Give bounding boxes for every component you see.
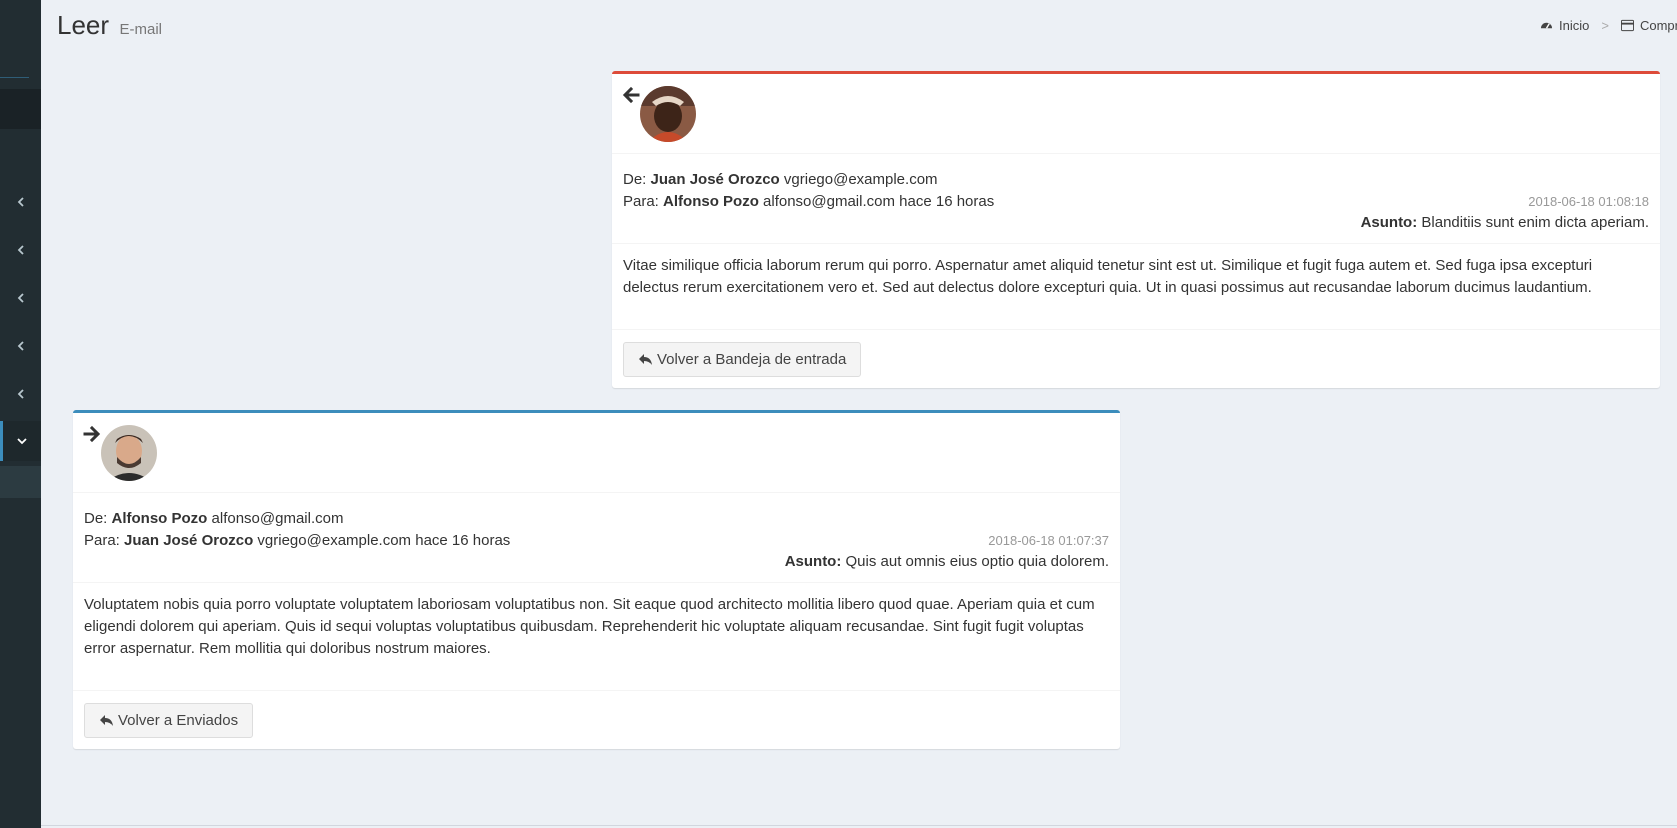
arrow-left-icon [622, 86, 640, 104]
page-title: Leer [57, 10, 110, 40]
breadcrumb-home[interactable]: Inicio [1559, 18, 1589, 33]
dashboard-icon [1540, 22, 1553, 29]
message-box-sent: De: Alfonso Pozo alfonso@gmail.com Para:… [73, 410, 1120, 749]
to-line: Para: Juan José Orozco vgriego@example.c… [84, 530, 1109, 552]
sidebar-menu-toggle-open[interactable] [0, 421, 41, 461]
from-email: alfonso@gmail.com [211, 510, 344, 527]
message-date: 2018-06-18 01:08:18 [1528, 194, 1649, 209]
message-box-received: De: Juan José Orozco vgriego@example.com… [612, 71, 1660, 388]
subject-label: Asunto: [1360, 214, 1418, 231]
chevron-left-icon [17, 245, 24, 255]
sidebar-menu-toggle-1[interactable] [0, 182, 41, 222]
sidebar-menu-toggle-4[interactable] [0, 326, 41, 366]
content-header: Leer E-mail [57, 10, 162, 41]
avatar [640, 86, 696, 142]
message-meta: De: Juan José Orozco vgriego@example.com… [612, 154, 1660, 244]
to-email: vgriego@example.com [257, 532, 412, 549]
message-meta: De: Alfonso Pozo alfonso@gmail.com Para:… [73, 493, 1120, 583]
chevron-left-icon [17, 341, 24, 351]
main-footer-border [41, 825, 1677, 826]
to-name: Alfonso Pozo [663, 193, 759, 210]
to-label: Para: [623, 193, 659, 210]
chevron-left-icon [17, 389, 24, 399]
breadcrumb-current[interactable]: Compra [1640, 18, 1677, 33]
from-line: De: Alfonso Pozo alfonso@gmail.com [84, 508, 1109, 530]
to-email: alfonso@gmail.com [763, 193, 895, 210]
subject-line: Asunto: Quis aut omnis eius optio quia d… [84, 552, 1109, 572]
breadcrumb: Inicio > Compra [1540, 18, 1677, 33]
arrow-right-icon [83, 425, 101, 443]
from-email: vgriego@example.com [783, 171, 938, 188]
to-label: Para: [84, 532, 120, 549]
chevron-down-icon [17, 438, 27, 445]
message-date: 2018-06-18 01:07:37 [988, 533, 1109, 548]
subject-text: Blanditiis sunt enim dicta aperiam. [1421, 214, 1649, 231]
message-body: Vitae similique officia laborum rerum qu… [612, 244, 1660, 330]
message-header [612, 74, 1660, 154]
subject-text: Quis aut omnis eius optio quia dolorem. [845, 553, 1109, 570]
sidebar [0, 0, 41, 828]
relative-time: hace 16 horas [899, 193, 995, 210]
back-to-sent-button[interactable]: Volver a Enviados [84, 703, 254, 738]
from-label: De: [623, 171, 647, 188]
chevron-left-icon [17, 197, 24, 207]
from-name: Juan José Orozco [650, 171, 780, 188]
sidebar-menu-toggle-5[interactable] [0, 374, 41, 414]
subject-label: Asunto: [784, 553, 842, 570]
back-button-label: Volver a Enviados [118, 712, 239, 729]
sidebar-subitem-active[interactable] [0, 466, 41, 498]
sidebar-divider [0, 77, 29, 78]
message-header [73, 413, 1120, 493]
back-button-label: Volver a Bandeja de entrada [657, 351, 847, 368]
subject-line: Asunto: Blanditiis sunt enim dicta aperi… [623, 213, 1649, 233]
message-footer: Volver a Bandeja de entrada [612, 330, 1660, 388]
sidebar-header-block [0, 89, 41, 129]
chevron-left-icon [17, 293, 24, 303]
from-line: De: Juan José Orozco vgriego@example.com [623, 169, 1649, 191]
message-body: Voluptatem nobis quia porro voluptate vo… [73, 583, 1120, 691]
breadcrumb-separator: > [1601, 18, 1609, 33]
back-to-inbox-button[interactable]: Volver a Bandeja de entrada [623, 342, 862, 377]
to-name: Juan José Orozco [124, 532, 254, 549]
credit-card-icon [1620, 19, 1634, 32]
relative-time: hace 16 horas [415, 532, 511, 549]
avatar [101, 425, 157, 481]
to-line: Para: Alfonso Pozo alfonso@gmail.com hac… [623, 191, 1649, 213]
reply-icon [639, 354, 652, 365]
reply-icon [100, 715, 113, 726]
message-footer: Volver a Enviados [73, 691, 1120, 749]
from-name: Alfonso Pozo [111, 510, 208, 527]
sidebar-menu-toggle-3[interactable] [0, 278, 41, 318]
from-label: De: [84, 510, 108, 527]
sidebar-menu-toggle-2[interactable] [0, 230, 41, 270]
page-subtitle: E-mail [119, 21, 163, 38]
